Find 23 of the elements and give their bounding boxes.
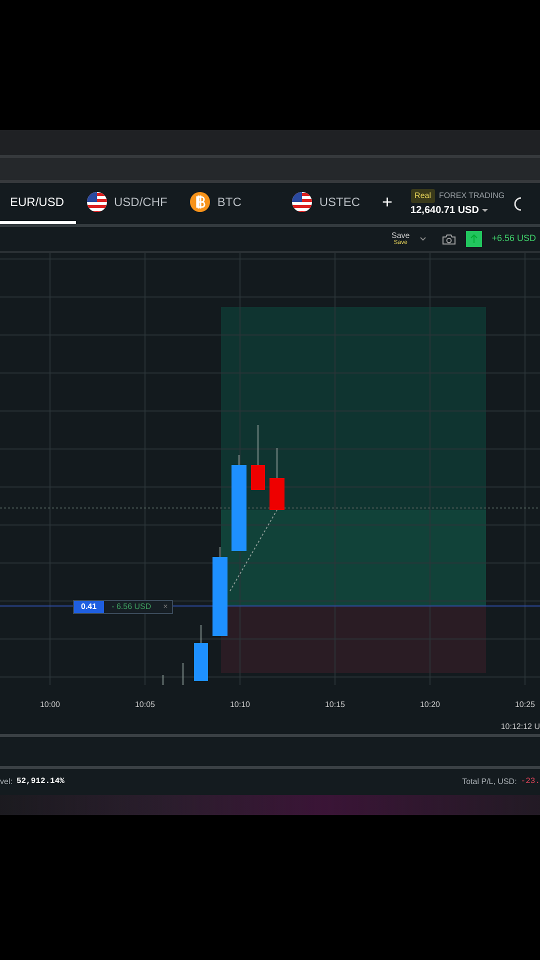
add-tab-button[interactable]: + [372, 183, 403, 224]
position-amount[interactable]: 0.41 [74, 601, 104, 613]
symbol-tab[interactable]: EUR/USD [0, 183, 76, 224]
symbol-tab[interactable]: BTC [179, 183, 282, 224]
symbol-tab[interactable]: USTEC [281, 183, 372, 224]
time-axis-label: 10:15 [324, 699, 346, 711]
margin-level-label: vel: [0, 776, 12, 788]
profit-value: +6.56 USD [492, 232, 536, 246]
server-time: 10:12:12 U [500, 721, 540, 733]
time-axis-label: 10:10 [230, 699, 250, 711]
account-badge: Real [410, 189, 435, 203]
total-pl-label: Total P/L, USD: [462, 776, 517, 788]
time-axis-label: 10:20 [420, 699, 440, 711]
time-axis-label: 10:00 [40, 699, 60, 711]
close-position-button[interactable]: × [159, 601, 172, 613]
total-pl-value: -23. [520, 776, 540, 788]
balance-dropdown[interactable]: 12,640.71 USD [410, 203, 505, 218]
position-pl: - 6.56 USD [110, 601, 152, 613]
margin-level-value: 52,912.14% [16, 776, 64, 788]
account-type: FOREX TRADING [439, 190, 505, 202]
symbol-tab[interactable]: USD/CHF [76, 183, 180, 224]
time-axis-label: 10:05 [134, 699, 156, 711]
time-axis-label: 10:25 [514, 699, 536, 711]
